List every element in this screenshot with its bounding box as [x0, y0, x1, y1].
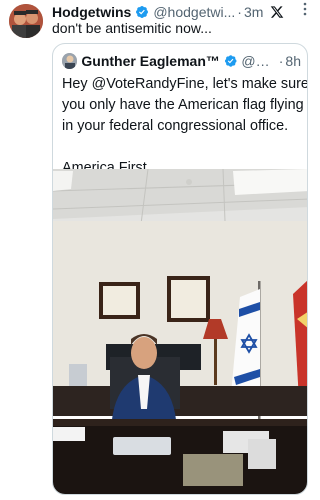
- tweet-text: don't be antisemitic now...: [52, 20, 212, 36]
- verified-badge-icon: [224, 54, 237, 67]
- quoted-text-line: Hey @VoteRandyFine, let's make sure: [62, 76, 308, 92]
- verified-badge-icon: [136, 6, 149, 18]
- quoted-header-separator: ·: [278, 52, 284, 69]
- tweet[interactable]: Hodgetwins @hodgetwi... · 3m don't be an…: [0, 0, 317, 500]
- author-name[interactable]: Hodgetwins: [52, 4, 131, 20]
- quoted-text-line: in your federal congressional office.: [62, 118, 289, 134]
- quoted-author-handle: @G...: [241, 52, 277, 69]
- office-photo: [53, 169, 307, 494]
- header-separator: ·: [237, 4, 242, 20]
- quoted-tweet-time: 8h: [285, 52, 301, 69]
- more-options-icon[interactable]: [297, 1, 313, 17]
- tweet-time[interactable]: 3m: [244, 4, 263, 20]
- author-avatar[interactable]: [9, 4, 43, 38]
- tweet-header: Hodgetwins @hodgetwi... · 3m: [52, 3, 313, 21]
- quoted-author-avatar: [62, 52, 78, 69]
- quoted-tweet-text: Hey @VoteRandyFine, let's make sure you …: [62, 74, 308, 179]
- x-logo-icon: [271, 6, 284, 18]
- quoted-author-name: Gunther Eagleman™: [81, 52, 220, 69]
- quoted-tweet[interactable]: Gunther Eagleman™ @G... · 8h Hey @VoteRa…: [52, 43, 308, 495]
- quoted-text-line: you only have the American flag flying: [62, 97, 304, 113]
- quoted-tweet-photo[interactable]: [53, 169, 307, 494]
- quoted-tweet-header: Gunther Eagleman™ @G... · 8h: [62, 52, 301, 69]
- author-handle[interactable]: @hodgetwi...: [153, 4, 235, 20]
